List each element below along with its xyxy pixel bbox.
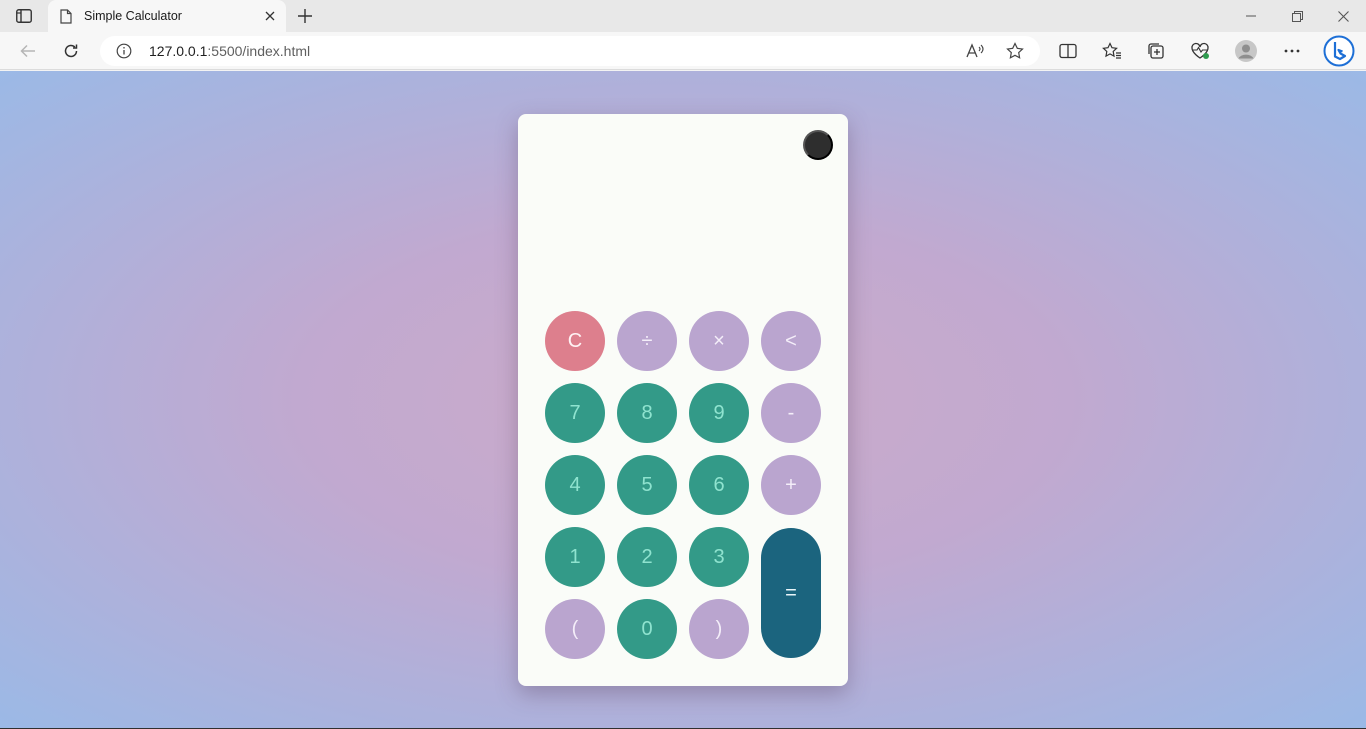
read-aloud-icon[interactable] (965, 41, 985, 61)
url-path: :5500/index.html (207, 43, 311, 59)
restore-button[interactable] (1274, 0, 1320, 32)
close-window-button[interactable] (1320, 0, 1366, 32)
split-screen-icon[interactable] (1054, 37, 1082, 65)
collections-icon[interactable] (1142, 37, 1170, 65)
page-viewport: C ÷ × < 7 8 9 - 4 5 6 + 1 2 3 = ( 0 ) (0, 71, 1366, 728)
digit-6-button[interactable]: 6 (689, 455, 749, 515)
address-bar[interactable]: 127.0.0.1:5500/index.html (100, 36, 1040, 66)
equals-button[interactable]: = (761, 528, 821, 658)
calculator-display (538, 174, 828, 294)
backspace-button[interactable]: < (761, 311, 821, 371)
tab-simple-calculator[interactable]: Simple Calculator (48, 0, 286, 32)
back-arrow-icon[interactable] (14, 37, 42, 65)
minimize-button[interactable] (1228, 0, 1274, 32)
digit-2-button[interactable]: 2 (617, 527, 677, 587)
divide-button[interactable]: ÷ (617, 311, 677, 371)
digit-9-button[interactable]: 9 (689, 383, 749, 443)
open-paren-button[interactable]: ( (545, 599, 605, 659)
theme-toggle-button[interactable] (803, 130, 833, 160)
digit-0-button[interactable]: 0 (617, 599, 677, 659)
close-icon[interactable] (260, 6, 280, 26)
digit-1-button[interactable]: 1 (545, 527, 605, 587)
page-icon (60, 8, 74, 24)
refresh-icon[interactable] (57, 37, 85, 65)
url-host: 127.0.0.1 (149, 43, 208, 59)
plus-button[interactable]: + (761, 455, 821, 515)
digit-7-button[interactable]: 7 (545, 383, 605, 443)
favorites-icon[interactable] (1098, 37, 1126, 65)
plus-icon[interactable] (294, 5, 316, 27)
digit-4-button[interactable]: 4 (545, 455, 605, 515)
heart-pulse-icon[interactable] (1186, 37, 1214, 65)
bing-icon[interactable] (1322, 34, 1356, 68)
star-icon[interactable] (1005, 41, 1025, 61)
url-text[interactable]: 127.0.0.1:5500/index.html (149, 43, 310, 59)
browser-toolbar: 127.0.0.1:5500/index.html (0, 32, 1366, 70)
info-icon[interactable] (116, 43, 132, 59)
clear-button[interactable]: C (545, 311, 605, 371)
digit-3-button[interactable]: 3 (689, 527, 749, 587)
close-paren-button[interactable]: ) (689, 599, 749, 659)
sidebar-toggle-icon[interactable] (14, 7, 34, 25)
minus-button[interactable]: - (761, 383, 821, 443)
digit-5-button[interactable]: 5 (617, 455, 677, 515)
avatar-icon[interactable] (1232, 37, 1260, 65)
calculator-card: C ÷ × < 7 8 9 - 4 5 6 + 1 2 3 = ( 0 ) (518, 114, 848, 686)
tab-title: Simple Calculator (84, 9, 182, 23)
browser-titlebar: Simple Calculator (0, 0, 1366, 32)
multiply-button[interactable]: × (689, 311, 749, 371)
digit-8-button[interactable]: 8 (617, 383, 677, 443)
more-icon[interactable] (1278, 37, 1306, 65)
